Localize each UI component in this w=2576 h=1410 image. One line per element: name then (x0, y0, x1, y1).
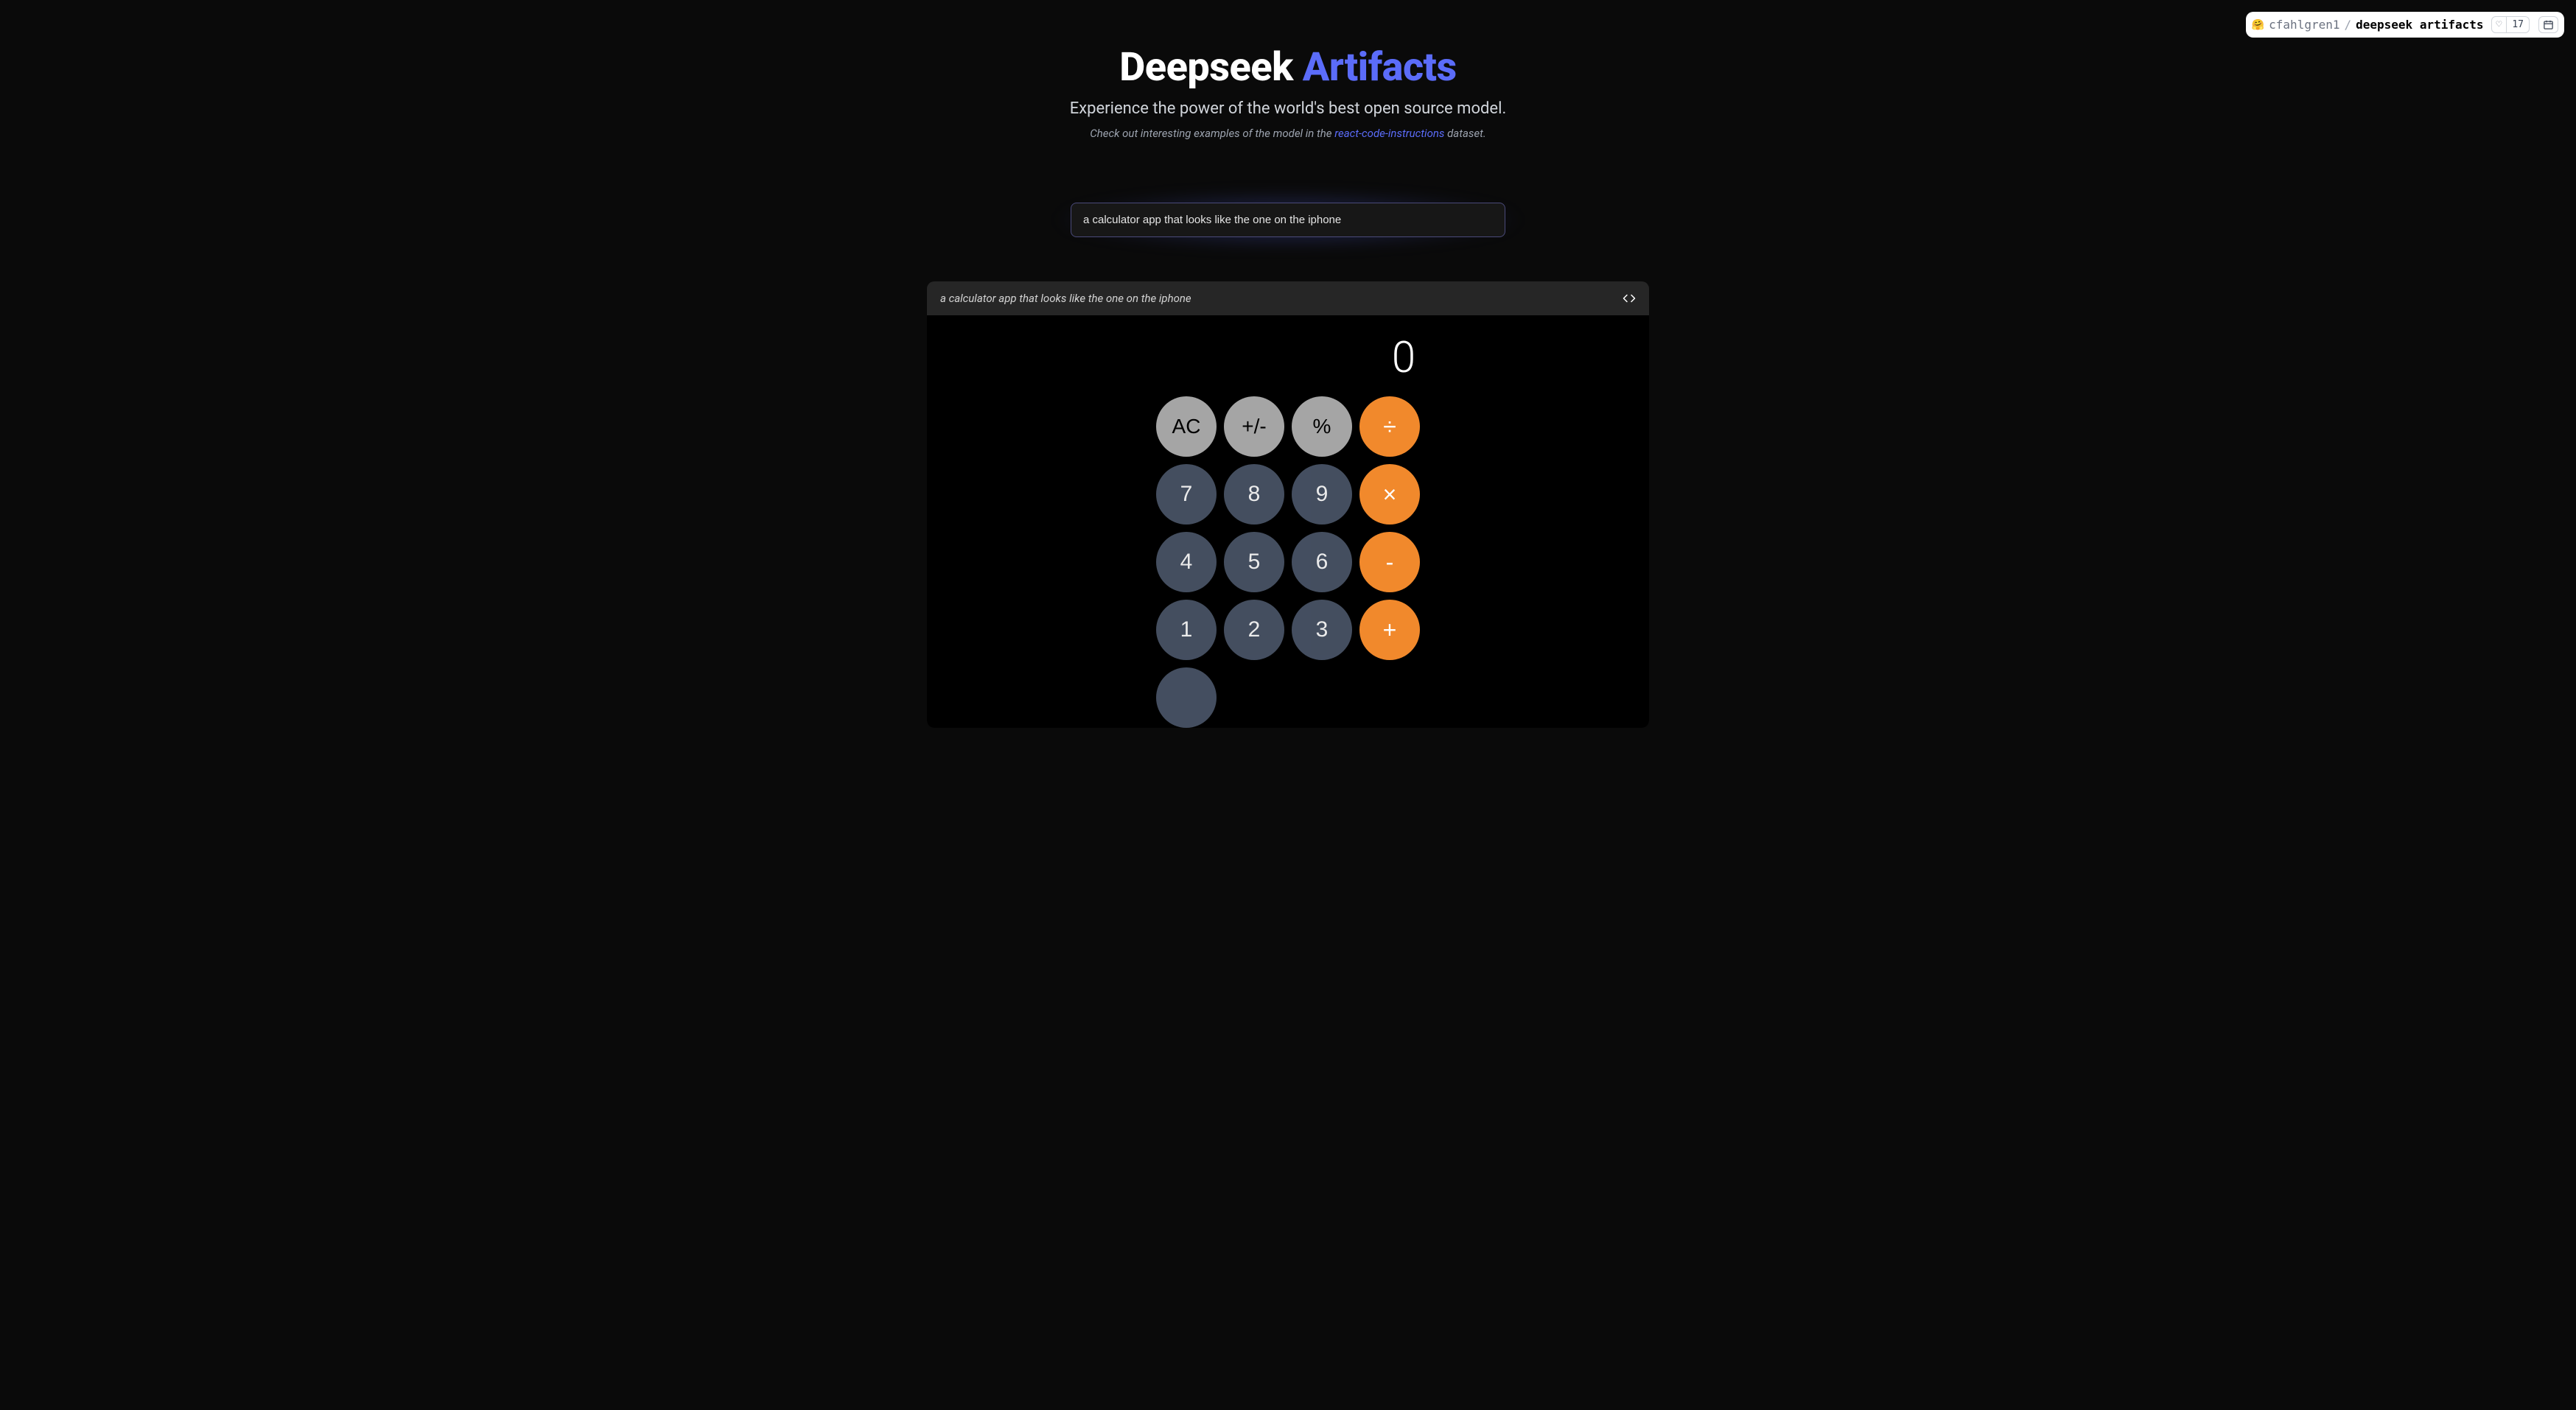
heart-icon: ♡ (2492, 17, 2507, 32)
artifact-header: a calculator app that looks like the one… (927, 281, 1649, 315)
calc-multiply-button[interactable]: × (1359, 464, 1420, 525)
hf-like-button[interactable]: ♡ 17 (2491, 16, 2530, 33)
hf-space-badge[interactable]: 🤗 cfahlgren1 / deepseek artifacts ♡ 17 (2246, 12, 2564, 38)
calc-sign-button[interactable]: +/- (1224, 396, 1284, 457)
calculator-display: 0 (1152, 333, 1424, 383)
view-code-button[interactable] (1623, 292, 1636, 305)
calc-minus-button[interactable]: - (1359, 532, 1420, 592)
calculator-app: 0 AC +/- % ÷ 7 8 9 × 4 5 6 - 1 2 3 + (927, 315, 1649, 728)
artifact-card: a calculator app that looks like the one… (927, 281, 1649, 728)
calculator-keypad: AC +/- % ÷ 7 8 9 × 4 5 6 - 1 2 3 + (1156, 396, 1420, 728)
title-main: Deepseek (1119, 44, 1302, 91)
calc-5-button[interactable]: 5 (1224, 532, 1284, 592)
calc-percent-button[interactable]: % (1292, 396, 1352, 457)
hf-like-count: 17 (2507, 17, 2529, 32)
page-title: Deepseek Artifacts (927, 44, 1649, 91)
calc-1-button[interactable]: 1 (1156, 600, 1217, 660)
artifact-label: a calculator app that looks like the one… (940, 292, 1191, 305)
calc-2-button[interactable]: 2 (1224, 600, 1284, 660)
title-accent: Artifacts (1303, 44, 1457, 91)
hf-logo-icon: 🤗 (2252, 19, 2264, 31)
hf-owner[interactable]: cfahlgren1 (2269, 18, 2339, 32)
calc-3-button[interactable]: 3 (1292, 600, 1352, 660)
tagline-post: dataset. (1444, 127, 1485, 140)
hf-repo-name[interactable]: deepseek artifacts (2356, 18, 2483, 32)
calc-4-button[interactable]: 4 (1156, 532, 1217, 592)
hf-separator: / (2344, 18, 2351, 32)
calc-8-button[interactable]: 8 (1224, 464, 1284, 525)
calendar-icon (2543, 19, 2554, 30)
tagline-pre: Check out interesting examples of the mo… (1090, 127, 1334, 140)
hf-menu-button[interactable] (2538, 16, 2558, 33)
calc-plus-button[interactable]: + (1359, 600, 1420, 660)
page-tagline: Check out interesting examples of the mo… (927, 127, 1649, 140)
calc-7-button[interactable]: 7 (1156, 464, 1217, 525)
calc-divide-button[interactable]: ÷ (1359, 396, 1420, 457)
calc-ac-button[interactable]: AC (1156, 396, 1217, 457)
calc-6-button[interactable]: 6 (1292, 532, 1352, 592)
page-subtitle: Experience the power of the world's best… (927, 99, 1649, 118)
calc-9-button[interactable]: 9 (1292, 464, 1352, 525)
prompt-input[interactable] (1071, 203, 1505, 237)
code-icon (1623, 292, 1636, 305)
calc-partial-button[interactable] (1156, 667, 1217, 728)
dataset-link[interactable]: react-code-instructions (1334, 127, 1444, 140)
